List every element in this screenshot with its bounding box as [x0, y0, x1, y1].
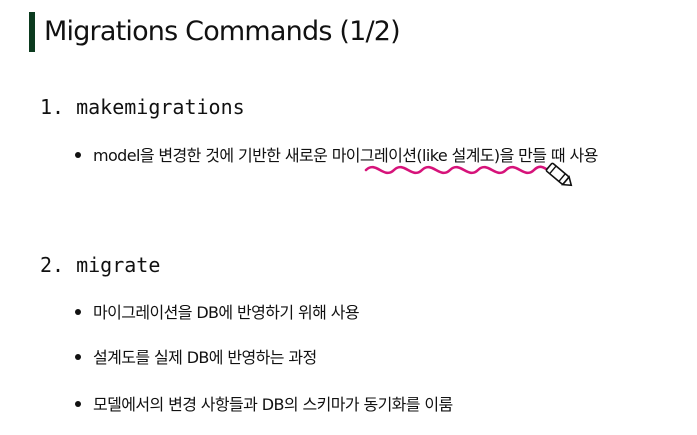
bullet-item: 모델에서의 변경 사항들과 DB의 스키마가 동기화를 이룸 [75, 394, 453, 416]
section-heading-text: makemigrations [76, 95, 245, 119]
bullet-dot [75, 400, 81, 407]
section-heading-migrate: 2. migrate [40, 253, 160, 277]
bullet-dot [75, 151, 81, 158]
bullet-item: 설계도를 실제 DB에 반영하는 과정 [75, 347, 317, 369]
bullet-dot [75, 308, 81, 315]
section-number: 1. [40, 95, 65, 119]
pen-cursor-icon [545, 162, 573, 187]
slide-title: Migrations Commands (1/2) [44, 16, 401, 47]
title-accent-bar [29, 12, 35, 52]
bullet-text: 설계도를 실제 DB에 반영하는 과정 [93, 348, 317, 367]
section-heading-text: migrate [76, 253, 161, 277]
bullet-dot [75, 353, 81, 360]
bullet-item: 마이그레이션을 DB에 반영하기 위해 사용 [75, 302, 360, 324]
pen-annotation-squiggle [364, 165, 550, 175]
section-heading-makemigrations: 1. makemigrations [40, 95, 245, 119]
bullet-text: 모델에서의 변경 사항들과 DB의 스키마가 동기화를 이룸 [93, 395, 453, 414]
section-number: 2. [40, 253, 65, 277]
bullet-text: 마이그레이션을 DB에 반영하기 위해 사용 [93, 303, 360, 322]
